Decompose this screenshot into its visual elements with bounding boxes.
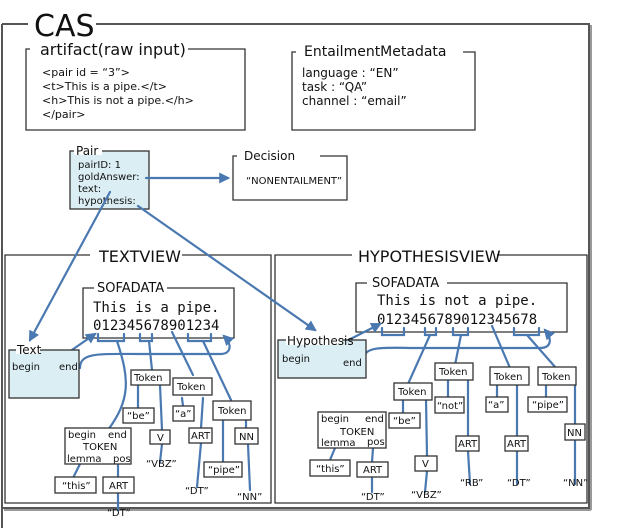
textview-title: TEXTVIEW — [98, 247, 181, 266]
token-detail-end: end — [108, 430, 127, 441]
token-pos: V — [157, 433, 164, 444]
token-lemma: “not” — [437, 401, 463, 412]
annotation-title: Text — [16, 343, 42, 357]
token-tag: “DT” — [107, 508, 131, 519]
hypothesisview-tokens: begin end TOKEN lemma pos “this” ART “DT… — [309, 362, 588, 503]
textview-sofadata: SOFADATA This is a pipe. 012345678901234 — [82, 281, 235, 339]
artifact-line: <h>This is not a pipe.</h> — [42, 94, 194, 107]
token-detail-end: end — [365, 414, 384, 425]
pair-box: Pair pairID: 1 goldAnswer: text: hypothe… — [69, 143, 150, 210]
sofa-text: This is a pipe. — [93, 300, 219, 316]
token-pos: V — [422, 459, 429, 470]
annotation-end: end — [343, 358, 362, 369]
token-detail-pos: pos — [113, 454, 131, 465]
token-label: Token — [541, 372, 570, 383]
pair-field: goldAnswer: — [78, 172, 140, 183]
token-detail-type: TOKEN — [82, 442, 117, 453]
token-detail-begin: begin — [68, 430, 96, 441]
annotation-end: end — [59, 362, 78, 373]
token-pos: ART — [458, 439, 478, 450]
sofadata-title: SOFADATA — [97, 281, 164, 296]
metadata-line: task : “QA” — [302, 80, 367, 94]
decision-box: Decision “NONENTAILMENT” — [232, 149, 348, 201]
token-label: Token — [493, 372, 522, 383]
token-label: Token — [133, 373, 162, 384]
annotation-begin: begin — [282, 354, 310, 365]
artifact-title: artifact(raw input) — [40, 40, 186, 59]
token-tag: “VBZ” — [146, 459, 177, 470]
textview-tokens: begin end TOKEN lemma pos “this” ART “DT… — [54, 369, 262, 519]
token-detail-lemma: lemma — [321, 438, 356, 449]
token-pos: ART — [191, 431, 211, 442]
token-lemma: “this” — [316, 464, 345, 475]
metadata-title: EntailmentMetadata — [304, 44, 446, 60]
token-tag: “NN” — [563, 478, 588, 489]
hypothesisview-title: HYPOTHESISVIEW — [358, 247, 501, 266]
decision-title: Decision — [244, 149, 295, 163]
token-pos: NN — [567, 428, 582, 439]
pair-field: text: — [78, 184, 101, 195]
sofa-index: 0123456789012345678 — [377, 312, 537, 328]
sofa-index: 012345678901234 — [93, 318, 219, 334]
token-label: Token — [397, 387, 426, 398]
token-detail-pos: pos — [367, 437, 385, 448]
token-lemma: “pipe” — [532, 400, 564, 411]
token-label: Token — [176, 382, 205, 393]
token-detail-begin: begin — [321, 414, 349, 425]
pair-title: Pair — [76, 144, 98, 158]
artifact-line: </pair> — [42, 108, 85, 121]
token-tag: “DT” — [185, 486, 209, 497]
metadata-box: EntailmentMetadata language : “EN” task … — [291, 44, 476, 131]
token-tag: “VBZ” — [411, 490, 442, 501]
token-lemma: “a” — [488, 400, 505, 411]
annotation-begin: begin — [12, 362, 40, 373]
metadata-line: channel : “email” — [302, 94, 407, 108]
token-lemma: “be” — [127, 411, 150, 422]
token-pos: ART — [109, 481, 129, 492]
token-lemma: “a” — [175, 409, 192, 420]
token-tag: “NN” — [237, 492, 262, 503]
decision-value: “NONENTAILMENT” — [246, 176, 342, 187]
token-tag: “DT” — [507, 478, 531, 489]
artifact-line: <pair id = “3”> — [42, 66, 130, 79]
token-lemma: “this” — [62, 481, 91, 492]
hypothesisview-sofadata: SOFADATA This is not a pipe. 01234567890… — [355, 276, 568, 333]
token-tag: “RB” — [460, 478, 483, 489]
token-pos: ART — [507, 439, 527, 450]
artifact-box: artifact(raw input) <pair id = “3”> <t>T… — [25, 40, 246, 131]
token-detail-lemma: lemma — [67, 454, 102, 465]
text-annotation: Text begin end — [8, 342, 80, 399]
token-lemma: “be” — [393, 416, 416, 427]
token-label: Token — [438, 367, 467, 378]
sofa-text: This is not a pipe. — [377, 293, 537, 309]
hypothesis-annotation: Hypothesis begin end — [277, 333, 367, 379]
sofadata-title: SOFADATA — [372, 276, 439, 291]
annotation-title: Hypothesis — [287, 334, 354, 348]
cas-diagram: CAS artifact(raw input) <pair id = “3”> … — [1, 9, 592, 528]
token-pos: NN — [239, 432, 254, 443]
token-tag: “DT” — [361, 492, 385, 503]
pair-field: pairID: 1 — [78, 160, 121, 171]
token-label: Token — [217, 406, 246, 417]
cas-title: CAS — [34, 9, 95, 44]
token-lemma: “pipe” — [208, 465, 240, 476]
artifact-line: <t>This is a pipe.</t> — [42, 80, 167, 93]
token-pos: ART — [363, 465, 383, 476]
metadata-line: language : “EN” — [302, 66, 399, 80]
